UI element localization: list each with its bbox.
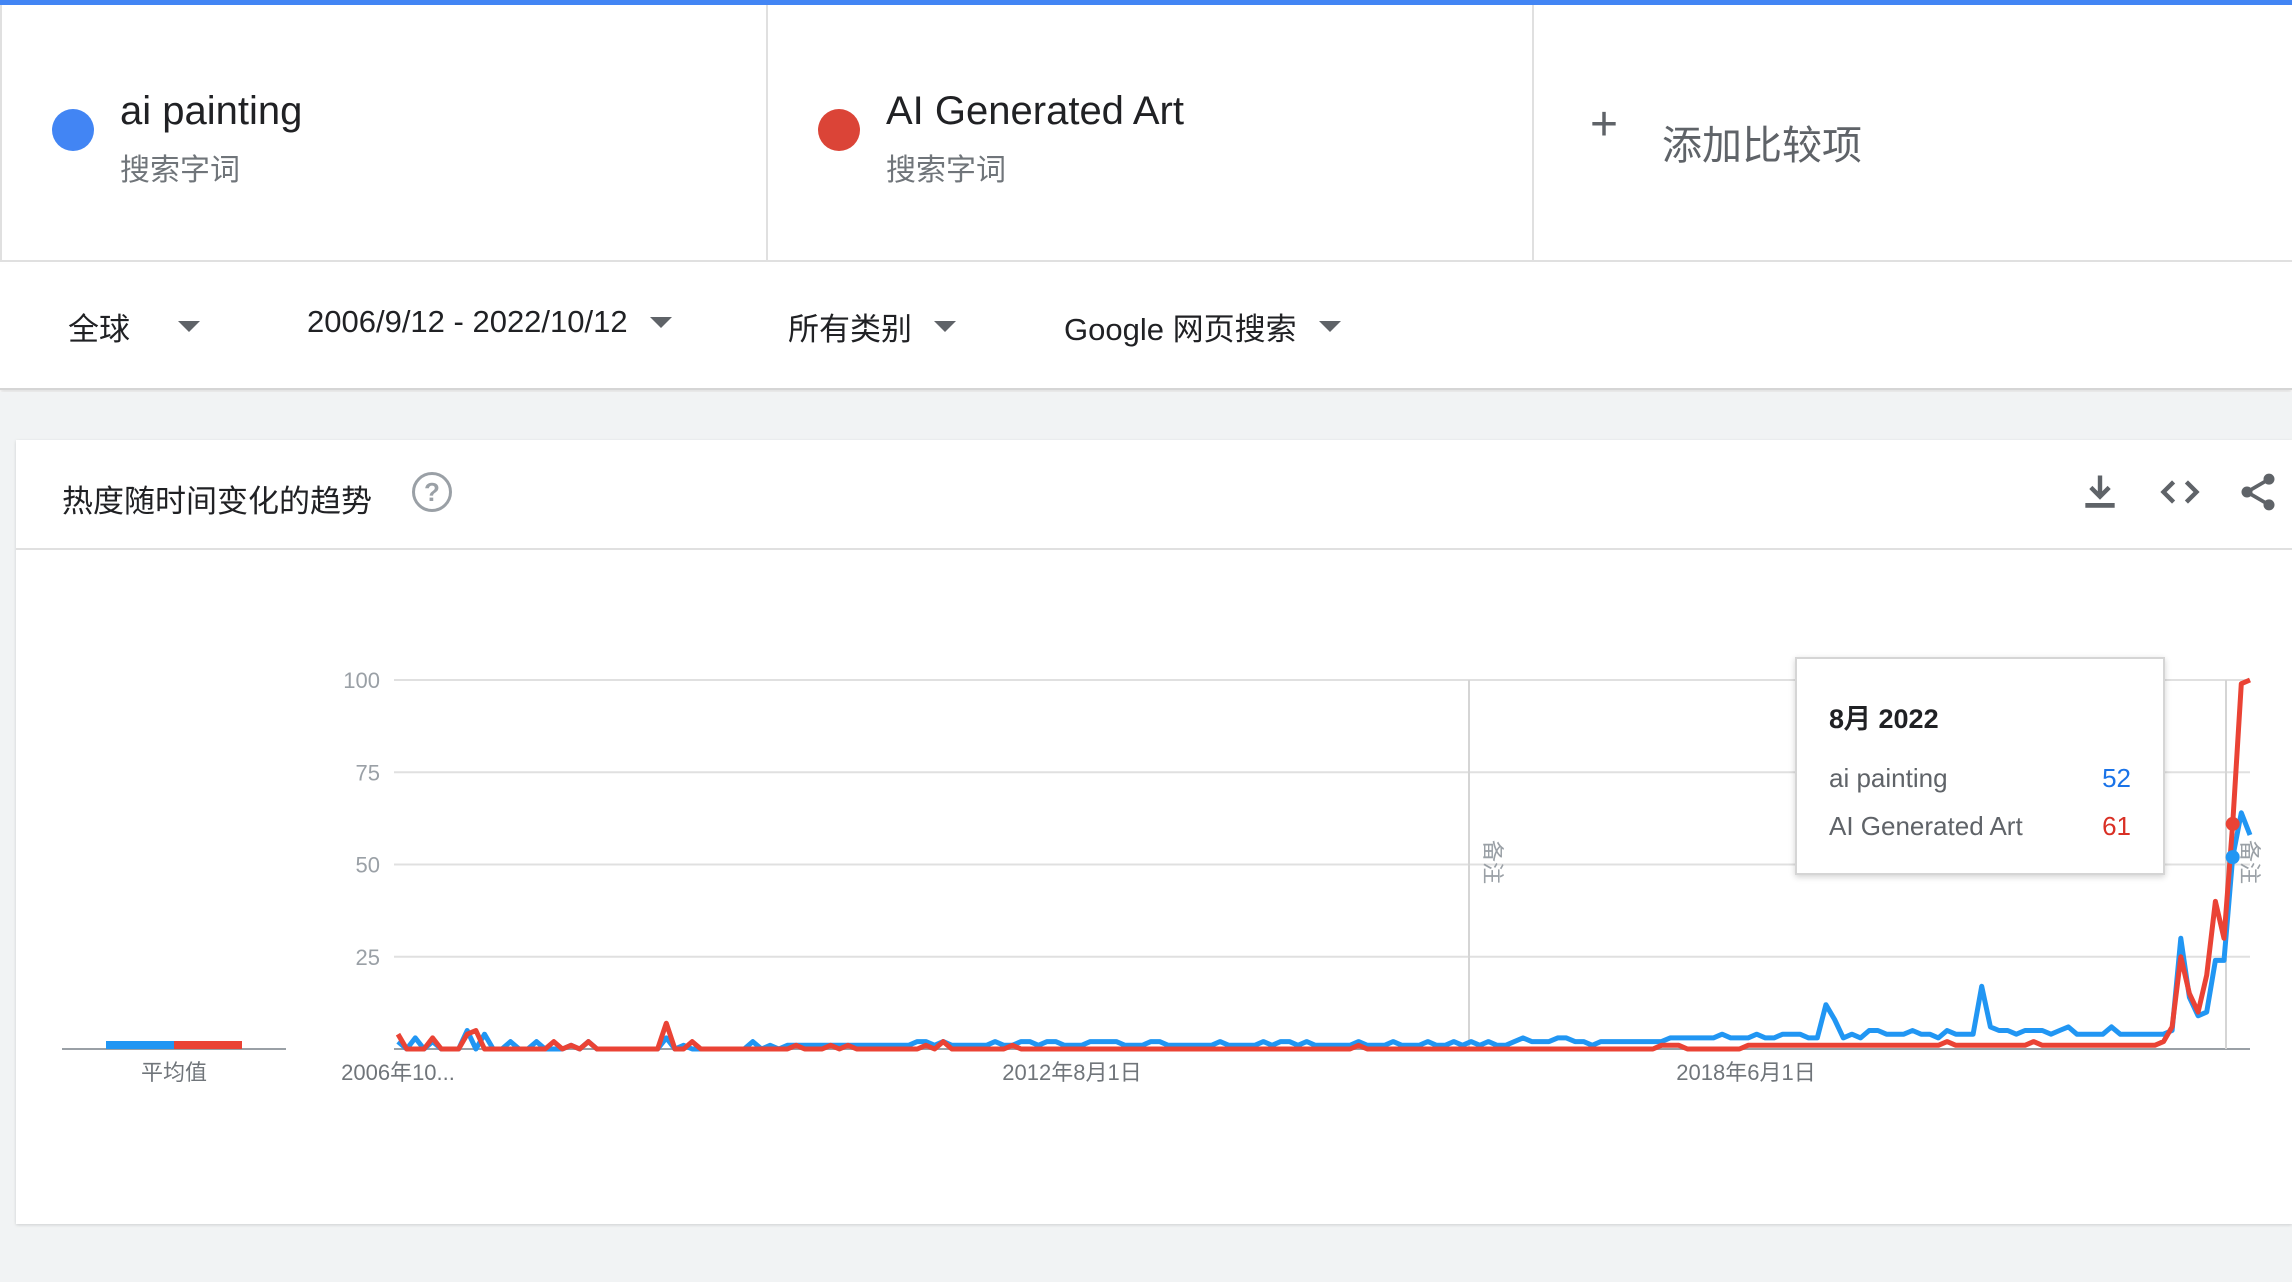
note-label[interactable]: 备注 bbox=[2236, 840, 2261, 884]
x-axis-ticks: 2006年10... 2012年8月1日 2018年6月1日 bbox=[341, 1060, 1816, 1085]
y-axis-ticks: 100 75 50 25 bbox=[343, 668, 380, 970]
average-bar[interactable] bbox=[106, 1041, 174, 1049]
chart-tooltip: 8月 2022 ai painting 52 AI Generated Art … bbox=[1795, 657, 2165, 875]
y-tick-label: 50 bbox=[356, 853, 380, 878]
tooltip-title: 8月 2022 bbox=[1829, 704, 1939, 734]
average-bar[interactable] bbox=[174, 1041, 242, 1049]
x-tick-label: 2006年10... bbox=[341, 1060, 455, 1085]
tooltip-row-name: ai painting bbox=[1829, 763, 1948, 793]
tooltip-row-name: AI Generated Art bbox=[1829, 811, 2023, 841]
hover-point bbox=[2225, 850, 2240, 865]
y-tick-label: 100 bbox=[343, 668, 380, 693]
x-tick-label: 2012年8月1日 bbox=[1002, 1060, 1141, 1085]
note-label[interactable]: 备注 bbox=[1479, 840, 1504, 884]
average-bars: 平均值 bbox=[62, 1041, 286, 1085]
tooltip-row-value: 52 bbox=[2102, 763, 2131, 793]
y-tick-label: 25 bbox=[356, 945, 380, 970]
average-label: 平均值 bbox=[141, 1060, 207, 1085]
y-tick-label: 75 bbox=[356, 760, 380, 785]
x-tick-label: 2018年6月1日 bbox=[1676, 1060, 1815, 1085]
tooltip-row-value: 61 bbox=[2102, 811, 2131, 841]
hover-point bbox=[2225, 816, 2240, 831]
interest-chart: 100755025 备注 备注 平均值 2006年10... 2012年8月1日 20… bbox=[62, 668, 2261, 1085]
